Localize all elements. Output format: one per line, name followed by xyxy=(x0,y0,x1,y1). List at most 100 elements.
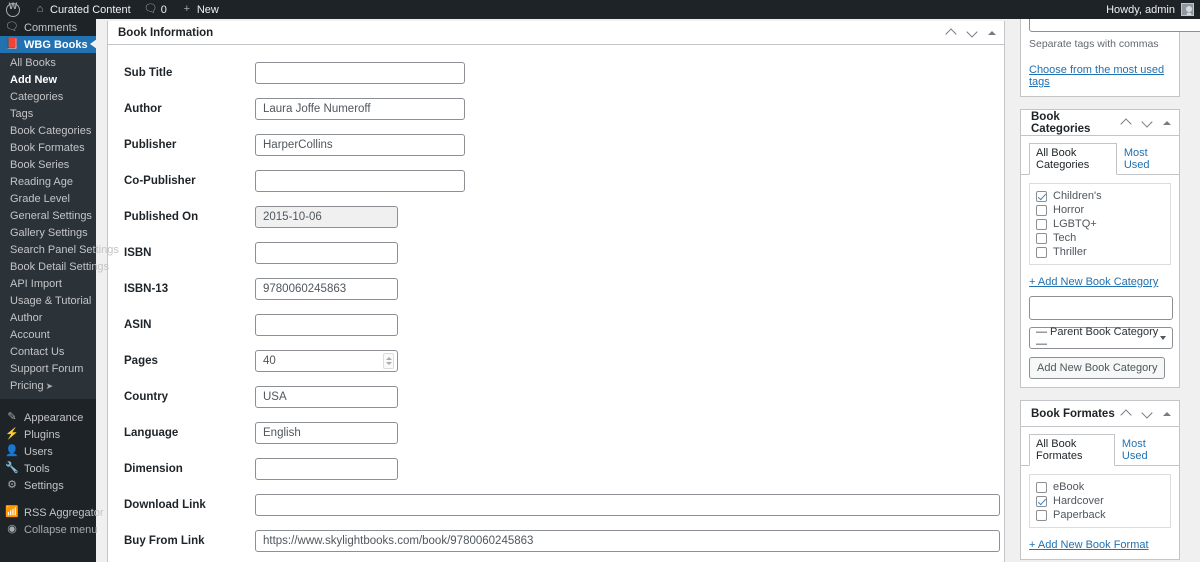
account-menu[interactable]: Howdy, admin xyxy=(1106,3,1200,16)
country-input[interactable] xyxy=(255,386,398,408)
new-category-name-input[interactable] xyxy=(1029,296,1173,320)
chevron-down-icon[interactable] xyxy=(1142,117,1153,128)
submenu-item-book-series[interactable]: Book Series xyxy=(0,157,96,174)
submenu-item-gallery-settings[interactable]: Gallery Settings xyxy=(0,225,96,242)
collapse-menu-button[interactable]: ◉ Collapse menu xyxy=(0,521,97,538)
format-item[interactable]: Hardcover xyxy=(1036,494,1164,508)
field-row-publisher: Publisher xyxy=(108,127,1004,163)
submenu-item-contact-us[interactable]: Contact Us xyxy=(0,344,96,361)
tab-most-used[interactable]: Most Used xyxy=(1115,434,1171,466)
stepper-down-icon[interactable] xyxy=(385,362,392,365)
category-item[interactable]: LGBTQ+ xyxy=(1036,217,1164,231)
category-item[interactable]: Tech xyxy=(1036,231,1164,245)
panel-title: Book Formates xyxy=(1031,407,1115,420)
category-label: Tech xyxy=(1053,232,1077,244)
asin-input[interactable] xyxy=(255,314,398,336)
chevron-down-icon[interactable] xyxy=(967,27,978,38)
published-on-input[interactable] xyxy=(255,206,398,228)
sidebar-item-tools[interactable]: 🔧 Tools xyxy=(0,460,96,477)
toggle-caret-icon[interactable] xyxy=(1163,411,1171,416)
isbn-13-input[interactable] xyxy=(255,278,398,300)
sub-title-input[interactable] xyxy=(255,62,465,84)
field-row-pages: Pages xyxy=(108,343,1004,379)
format-item[interactable]: eBook xyxy=(1036,480,1164,494)
download-link-input[interactable] xyxy=(255,494,1000,516)
sidebar-item-settings[interactable]: ⚙ Settings xyxy=(0,477,96,494)
sidebar-item-label: Appearance xyxy=(24,411,84,424)
submenu-item-book-categories[interactable]: Book Categories xyxy=(0,123,96,140)
submenu-item-search-panel-settings[interactable]: Search Panel Settings xyxy=(0,242,119,259)
new-content-menu[interactable]: + New xyxy=(174,0,226,19)
submenu-item-add-new[interactable]: Add New xyxy=(0,72,96,89)
submenu-item-author[interactable]: Author xyxy=(0,310,96,327)
field-row-author: Author xyxy=(108,91,1004,127)
sidebar-item-plugins[interactable]: ⚡ Plugins xyxy=(0,426,96,443)
category-item[interactable]: Thriller xyxy=(1036,245,1164,259)
checkbox-icon[interactable] xyxy=(1036,204,1047,216)
home-icon: ⌂ xyxy=(36,3,44,15)
submenu-item-support-forum[interactable]: Support Forum xyxy=(0,361,96,378)
checkbox-icon[interactable] xyxy=(1036,246,1047,258)
submenu-item-categories[interactable]: Categories xyxy=(0,89,96,106)
checkbox-icon[interactable] xyxy=(1036,495,1047,507)
tab-all-book-formates[interactable]: All Book Formates xyxy=(1029,434,1115,466)
submenu-item-account[interactable]: Account xyxy=(0,327,96,344)
author-input[interactable] xyxy=(255,98,465,120)
submenu-item-grade-level[interactable]: Grade Level xyxy=(0,191,96,208)
sidebar-item-rss-aggregator[interactable]: 📶 RSS Aggregator xyxy=(0,504,103,521)
field-label: Co-Publisher xyxy=(124,175,196,187)
quantity-stepper[interactable] xyxy=(383,353,394,369)
add-new-book-category-button[interactable]: Add New Book Category xyxy=(1029,357,1166,379)
site-name-menu[interactable]: ⌂ Curated Content xyxy=(27,0,138,19)
chevron-down-icon[interactable] xyxy=(1142,408,1153,419)
submenu-item-general-settings[interactable]: General Settings xyxy=(0,208,96,225)
most-used-tags-link[interactable]: Choose from the most used tags xyxy=(1029,64,1171,88)
chevron-up-icon[interactable] xyxy=(1121,408,1132,419)
book-formates-tabs: All Book Formates Most Used xyxy=(1021,427,1179,466)
checkbox-icon[interactable] xyxy=(1036,509,1047,521)
toggle-caret-icon[interactable] xyxy=(988,30,996,35)
stepper-up-icon[interactable] xyxy=(385,357,392,360)
tab-most-used[interactable]: Most Used xyxy=(1117,143,1171,175)
category-item[interactable]: Children's xyxy=(1036,189,1164,203)
submenu-item-usage-tutorial[interactable]: Usage & Tutorial xyxy=(0,293,96,310)
submenu-item-reading-age[interactable]: Reading Age xyxy=(0,174,96,191)
panel-controls xyxy=(1121,408,1171,419)
add-new-book-category-link[interactable]: + Add New Book Category xyxy=(1029,276,1158,288)
submenu-item-api-import[interactable]: API Import xyxy=(0,276,96,293)
sidebar-item-appearance[interactable]: ✎ Appearance xyxy=(0,409,96,426)
checkbox-icon[interactable] xyxy=(1036,190,1047,202)
comments-bubble[interactable]: 🗨 0 xyxy=(138,0,174,19)
parent-book-category-select[interactable]: — Parent Book Category — xyxy=(1029,326,1173,350)
language-input[interactable] xyxy=(255,422,398,444)
submenu-item-tags[interactable]: Tags xyxy=(0,106,96,123)
checkbox-icon[interactable] xyxy=(1036,481,1047,493)
pages-input[interactable] xyxy=(255,350,398,372)
checkbox-icon[interactable] xyxy=(1036,218,1047,230)
wp-logo-menu[interactable] xyxy=(0,0,27,19)
chevron-up-icon[interactable] xyxy=(1121,117,1132,128)
sidebar-item-comments[interactable]: 🗨 Comments xyxy=(0,19,96,36)
new-label: New xyxy=(196,3,219,16)
isbn-input[interactable] xyxy=(255,242,398,264)
submenu-item-book-formates[interactable]: Book Formates xyxy=(0,140,96,157)
submenu-item-all-books[interactable]: All Books xyxy=(0,55,96,72)
pages-stepper-wrapper xyxy=(255,350,398,372)
submenu-item-book-detail-settings[interactable]: Book Detail Settings xyxy=(0,259,109,276)
category-label: Children's xyxy=(1053,190,1102,202)
add-new-book-format-link[interactable]: + Add New Book Format xyxy=(1029,539,1149,551)
dimension-input[interactable] xyxy=(255,458,398,480)
tab-all-book-categories[interactable]: All Book Categories xyxy=(1029,143,1117,175)
co-publisher-input[interactable] xyxy=(255,170,465,192)
sidebar-item-users[interactable]: 👤 Users xyxy=(0,443,96,460)
checkbox-icon[interactable] xyxy=(1036,232,1047,244)
buy-from-link-input[interactable] xyxy=(255,530,1000,552)
comments-count: 0 xyxy=(160,3,167,16)
sidebar-item-wbg-books[interactable]: 📕 WBG Books xyxy=(0,36,97,53)
submenu-item-pricing[interactable]: Pricing ➤ xyxy=(0,378,96,395)
chevron-up-icon[interactable] xyxy=(946,27,957,38)
format-item[interactable]: Paperback xyxy=(1036,508,1164,522)
publisher-input[interactable] xyxy=(255,134,465,156)
toggle-caret-icon[interactable] xyxy=(1163,120,1171,125)
category-item[interactable]: Horror xyxy=(1036,203,1164,217)
